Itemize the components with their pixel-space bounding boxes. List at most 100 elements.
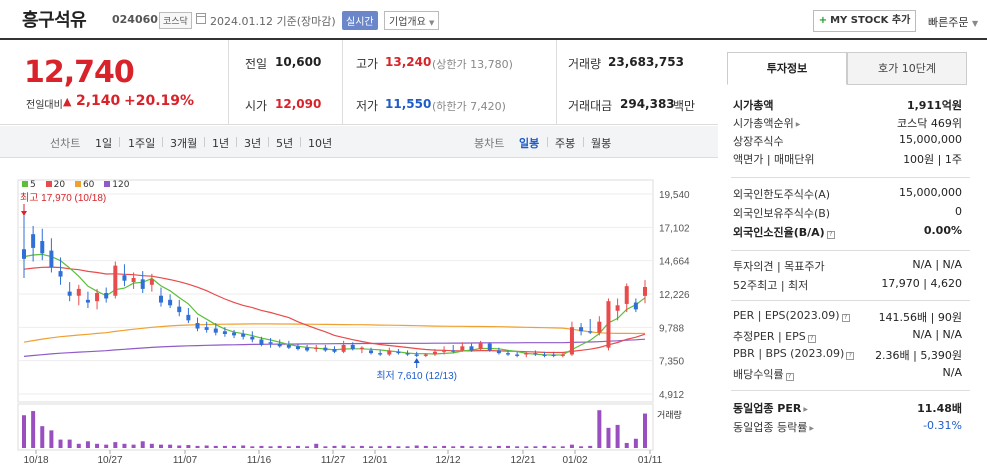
- foreign-ratio-row[interactable]: 외국인소진율(B/A)? 0.00%: [733, 222, 968, 240]
- pbr-label: PBR | BPS (2023.09)?: [733, 347, 855, 360]
- y-tick-label: 12,226: [659, 290, 690, 301]
- candle-body: [49, 250, 54, 268]
- per-row[interactable]: PER | EPS(2023.09)? 141.56배 | 90원: [733, 307, 968, 325]
- candle-body: [569, 327, 574, 355]
- candle-monthly[interactable]: 월봉: [591, 135, 611, 151]
- opinion-row: 투자의견 | 목표주가 N/A | N/A: [733, 256, 968, 274]
- volume-bar: [67, 439, 72, 448]
- volume-bar: [606, 427, 611, 448]
- market-cap-rank-row[interactable]: 시가총액순위 ▶ 코스닥 469위: [733, 113, 968, 131]
- industry-rate-row[interactable]: 동일업종 등락률 ▶ -0.31%: [733, 417, 968, 435]
- volume-bar: [259, 445, 264, 448]
- est-per-label: 추정PER | EPS?: [733, 328, 816, 344]
- y-tick-label: 4,912: [659, 390, 684, 401]
- est-per-row[interactable]: 추정PER | EPS? N/A | N/A: [733, 326, 968, 344]
- industry-rate-value: -0.31%: [923, 419, 962, 432]
- candle-body: [451, 350, 456, 352]
- candle-body: [460, 346, 465, 351]
- candle-body: [423, 354, 428, 356]
- dropdown-caret-icon: ▼: [429, 19, 435, 27]
- period-1y[interactable]: 1년: [212, 135, 229, 151]
- tab-order-book[interactable]: 호가 10단계: [847, 52, 967, 85]
- quick-order-label: 빠른주문: [928, 16, 969, 29]
- triangle-right-icon: ▶: [809, 425, 814, 432]
- x-tick-label: 12/12: [435, 455, 460, 466]
- volume-bar: [487, 446, 492, 448]
- candle-body: [40, 241, 45, 254]
- candlestick-chart[interactable]: 19,540 17,102 14,664 12,226 9,788 7,350 4,912 1…: [0, 158, 718, 472]
- low-value: 11,550: [385, 97, 432, 111]
- period-10y[interactable]: 10년: [308, 135, 332, 151]
- candle-body: [442, 350, 447, 352]
- volume-bar: [451, 446, 456, 448]
- volume-bar: [442, 445, 447, 448]
- candle-body: [85, 299, 90, 303]
- period-1d[interactable]: 1일: [95, 135, 112, 151]
- volume-bar: [332, 445, 337, 448]
- divider: [547, 137, 548, 147]
- realtime-button[interactable]: 실시간: [342, 11, 378, 30]
- candle-body: [232, 332, 237, 336]
- help-icon[interactable]: ?: [846, 352, 855, 360]
- period-3m[interactable]: 3개월: [170, 135, 197, 151]
- volume-bar: [149, 443, 154, 448]
- dividend-row[interactable]: 배당수익률? N/A: [733, 364, 968, 382]
- shares-label: 상장주식수: [733, 135, 784, 148]
- x-tick-label: 11/27: [321, 455, 346, 466]
- industry-per-row[interactable]: 동일업종 PER ▶ 11.48배: [733, 398, 968, 416]
- candle-body: [496, 350, 501, 354]
- foreign-limit-label: 외국인한도주식수(A): [733, 188, 831, 201]
- foreign-hold-label: 외국인보유주식수(B): [733, 207, 831, 220]
- candle-body: [405, 353, 410, 355]
- candle-body: [277, 343, 282, 347]
- volume-bar: [122, 443, 127, 448]
- volume-bar: [496, 445, 501, 448]
- volume-bar: [633, 438, 638, 448]
- candle-body: [149, 279, 154, 285]
- company-overview-dropdown[interactable]: 기업개요 ▼: [384, 11, 440, 30]
- help-icon[interactable]: ?: [841, 314, 850, 322]
- candle-body: [524, 353, 529, 355]
- candle-body: [332, 349, 337, 352]
- investment-info-panel: 투자정보 호가 10단계 시가총액 1,911억원 시가총액순위 ▶ 코스닥 46…: [727, 52, 972, 472]
- divider: [342, 40, 343, 125]
- volume-bar: [615, 424, 620, 448]
- stock-page: 흥구석유 024060 코스닥 2024.01.12 기준(장마감) 실시간 기…: [0, 0, 987, 472]
- volume-bar: [195, 445, 200, 448]
- candle-body: [204, 327, 209, 330]
- upper-limit-text: (상한가 13,780): [432, 58, 513, 71]
- volume-bar: [597, 410, 602, 448]
- candle-body: [378, 353, 383, 355]
- candle-body: [131, 277, 136, 283]
- add-my-stock-button[interactable]: + MY STOCK 추가: [813, 10, 916, 32]
- divider: [556, 40, 557, 125]
- period-1w[interactable]: 1주일: [128, 135, 155, 151]
- volume-label: 거래량: [568, 57, 602, 71]
- opinion-label: 투자의견 | 목표주가: [733, 260, 825, 273]
- dividend-value: N/A: [942, 366, 962, 379]
- per-value: 141.56배 | 90원: [878, 311, 962, 324]
- tab-investment-info[interactable]: 투자정보: [727, 52, 847, 85]
- period-5y[interactable]: 5년: [276, 135, 293, 151]
- candle-body: [67, 291, 72, 296]
- help-icon[interactable]: ?: [785, 373, 794, 381]
- period-3y[interactable]: 3년: [244, 135, 261, 151]
- pbr-row[interactable]: PBR | BPS (2023.09)? 2.36배 | 5,390원: [733, 345, 968, 363]
- stock-name[interactable]: 흥구석유: [22, 6, 87, 32]
- help-icon[interactable]: ?: [807, 335, 816, 343]
- help-icon[interactable]: ?: [826, 231, 835, 239]
- quick-order-button[interactable]: 빠른주문 ▼: [928, 14, 978, 30]
- candle-body: [560, 354, 565, 356]
- volume-bar: [387, 445, 392, 448]
- volume-bar: [158, 444, 163, 448]
- divider: [731, 390, 970, 391]
- candle-body: [387, 350, 392, 355]
- open-label: 시가: [245, 99, 268, 113]
- candle-weekly[interactable]: 주봉: [555, 135, 575, 151]
- candle-body: [369, 350, 374, 354]
- volume-bar: [177, 445, 182, 448]
- chevron-down-icon: ▼: [971, 19, 979, 28]
- candle-daily[interactable]: 일봉: [519, 135, 539, 151]
- market-cap-row: 시가총액 1,911억원: [733, 95, 968, 113]
- x-tick-label: 01/02: [562, 455, 587, 466]
